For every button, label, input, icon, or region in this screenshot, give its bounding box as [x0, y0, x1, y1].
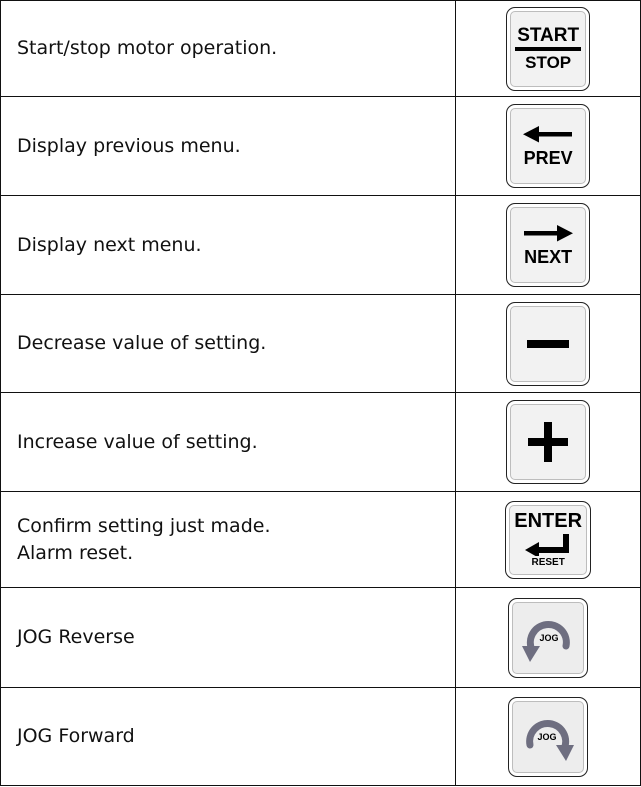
- left-arrow-icon: [523, 125, 573, 142]
- description-text: Start/stop motor operation.: [17, 37, 278, 59]
- table-row: Start/stop motor operation. START STOP: [0, 0, 641, 97]
- description-text: JOG Reverse: [17, 626, 135, 648]
- table-row: Display previous menu. PREV: [0, 96, 641, 196]
- key-cell: PREV: [455, 96, 641, 196]
- stop-label: STOP: [525, 52, 572, 72]
- description-cell: JOG Forward: [0, 687, 457, 786]
- table-row: Increase value of setting.: [0, 392, 641, 492]
- next-key[interactable]: NEXT: [506, 203, 591, 287]
- description-text: Display previous menu.: [17, 134, 241, 157]
- description-cell: Display next menu.: [0, 195, 457, 295]
- minus-icon: [527, 339, 570, 348]
- jog-reverse-icon: JOG: [522, 620, 570, 662]
- table-row: Decrease value of setting.: [0, 294, 641, 393]
- divider-bar: [515, 46, 582, 51]
- description-text: Decrease value of setting.: [17, 332, 267, 354]
- reset-label: RESET: [531, 557, 565, 568]
- enter-reset-key[interactable]: ENTER RESET: [505, 500, 592, 579]
- start-stop-key[interactable]: START STOP: [506, 6, 591, 91]
- key-cell: JOG: [455, 587, 641, 688]
- jog-label: JOG: [538, 732, 557, 742]
- description-text: Confirm setting just made.: [17, 514, 271, 537]
- description-text: Alarm reset.: [17, 541, 134, 564]
- description-text: JOG Forward: [17, 725, 135, 747]
- key-cell: JOG: [455, 687, 641, 786]
- jog-reverse-key[interactable]: JOG: [508, 597, 589, 678]
- enter-arrow-icon: [525, 534, 570, 556]
- key-cell: ENTER RESET: [455, 491, 641, 588]
- next-label: NEXT: [524, 246, 573, 267]
- description-text: Display next menu.: [17, 233, 202, 256]
- jog-forward-key[interactable]: JOG: [508, 696, 589, 777]
- plus-icon: [528, 422, 569, 462]
- description-cell: JOG Reverse: [0, 587, 457, 688]
- jog-forward-icon: JOG: [526, 719, 575, 761]
- description-cell: Confirm setting just made. Alarm reset.: [0, 491, 457, 588]
- key-cell: [455, 392, 641, 492]
- key-cell: [455, 294, 641, 393]
- minus-key[interactable]: [506, 301, 591, 386]
- description-cell: Start/stop motor operation.: [0, 0, 457, 97]
- table-row: JOG Reverse JOG: [0, 587, 641, 688]
- right-arrow-icon: [524, 224, 574, 241]
- jog-label: JOG: [540, 633, 559, 643]
- start-label: START: [517, 24, 580, 46]
- table-row: Confirm setting just made. Alarm reset. …: [0, 491, 641, 588]
- plus-key[interactable]: [506, 400, 591, 484]
- table-row: Display next menu. NEXT: [0, 195, 641, 295]
- enter-label: ENTER: [514, 510, 583, 532]
- description-cell: Display previous menu.: [0, 96, 457, 196]
- prev-label: PREV: [523, 147, 573, 168]
- description-cell: Decrease value of setting.: [0, 294, 457, 393]
- keypad-reference-table: Start/stop motor operation. START STOP D…: [0, 0, 641, 786]
- prev-key[interactable]: PREV: [506, 104, 591, 188]
- key-cell: START STOP: [455, 0, 641, 97]
- key-cell: NEXT: [455, 195, 641, 295]
- description-cell: Increase value of setting.: [0, 392, 457, 492]
- description-text: Increase value of setting.: [17, 430, 258, 453]
- table-row: JOG Forward JOG: [0, 687, 641, 786]
